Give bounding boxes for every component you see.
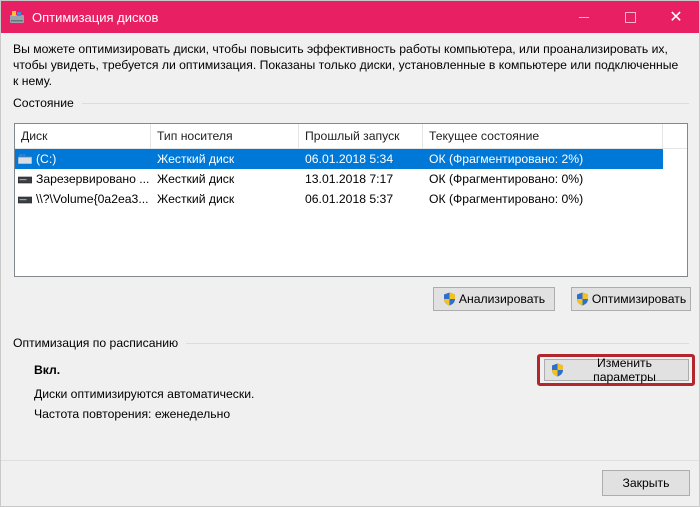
close-button[interactable]: Закрыть [602,470,690,496]
drive-name-cell: \\?\Volume{0a2ea3... [15,189,151,209]
current-status-cell: ОК (Фрагментировано: 0%) [429,192,584,206]
drives-list-header: Диск Тип носителя Прошлый запуск Текущее… [15,124,687,149]
drive-name: \\?\Volume{0a2ea3... [36,192,149,206]
maximize-icon [624,11,636,23]
drive-name-cell: (C:) [15,149,151,169]
change-settings-highlight: Изменить параметры [537,354,695,386]
uac-shield-icon [443,292,456,306]
column-header-media-type[interactable]: Тип носителя [151,124,299,148]
analyze-button[interactable]: Анализировать [433,287,555,311]
optimize-drives-window: Оптимизация дисков ✕ Вы можете оптимизир… [0,0,700,507]
drive-row[interactable]: \\?\Volume{0a2ea3... Жесткий диск 06.01.… [15,189,687,209]
drive-name: (C:) [36,152,57,166]
close-button-label: Закрыть [622,476,670,490]
change-settings-button-label: Изменить параметры [593,356,656,384]
current-status-cell: ОК (Фрагментировано: 2%) [423,149,663,169]
divider [81,102,689,104]
analyze-button-label: Анализировать [458,292,546,306]
uac-shield-icon [551,363,564,377]
current-status-cell: ОК (Фрагментировано: 0%) [429,172,584,186]
divider [186,342,689,344]
close-window-button[interactable]: ✕ [653,1,699,33]
hard-drive-icon [18,174,32,184]
minimize-button[interactable] [561,1,607,33]
drive-name: Зарезервировано ... [36,172,150,186]
schedule-section-label: Оптимизация по расписанию [13,336,179,350]
media-type-cell: Жесткий диск [151,149,299,169]
column-header-last-run[interactable]: Прошлый запуск [299,124,423,148]
windows-drive-icon [18,154,32,164]
column-header-disk[interactable]: Диск [15,124,151,148]
window-title: Оптимизация дисков [32,9,159,25]
media-type-cell: Жесткий диск [157,172,235,186]
schedule-auto-text: Диски оптимизируются автоматически. [34,387,255,401]
last-run-cell: 13.01.2018 7:17 [305,172,394,186]
status-section-label: Состояние [13,96,74,110]
drive-row[interactable]: (C:) Жесткий диск 06.01.2018 5:34 ОК (Фр… [15,149,687,169]
optimize-button[interactable]: Оптимизировать [571,287,691,311]
dialog-footer [1,460,699,506]
defrag-app-icon [9,9,25,25]
drive-name-cell: Зарезервировано ... [15,169,151,189]
media-type-cell: Жесткий диск [157,192,235,206]
drives-list[interactable]: Диск Тип носителя Прошлый запуск Текущее… [14,123,688,277]
schedule-frequency-text: Частота повторения: еженедельно [34,407,231,421]
hard-drive-icon [18,194,32,204]
last-run-cell: 06.01.2018 5:34 [299,149,423,169]
minimize-icon [579,16,589,18]
uac-shield-icon [576,292,589,306]
title-bar: Оптимизация дисков ✕ [1,1,699,33]
drive-row[interactable]: Зарезервировано ... Жесткий диск 13.01.2… [15,169,687,189]
schedule-section-header: Оптимизация по расписанию [13,336,689,350]
optimize-button-label: Оптимизировать [591,292,687,306]
column-header-current-status[interactable]: Текущее состояние [423,124,663,148]
maximize-button[interactable] [607,1,653,33]
schedule-state: Вкл. [34,363,61,377]
description-text: Вы можете оптимизировать диски, чтобы по… [13,42,679,88]
status-section-header: Состояние [13,96,689,110]
change-settings-button[interactable]: Изменить параметры [544,356,689,384]
close-icon: ✕ [669,9,683,26]
last-run-cell: 06.01.2018 5:37 [305,192,394,206]
